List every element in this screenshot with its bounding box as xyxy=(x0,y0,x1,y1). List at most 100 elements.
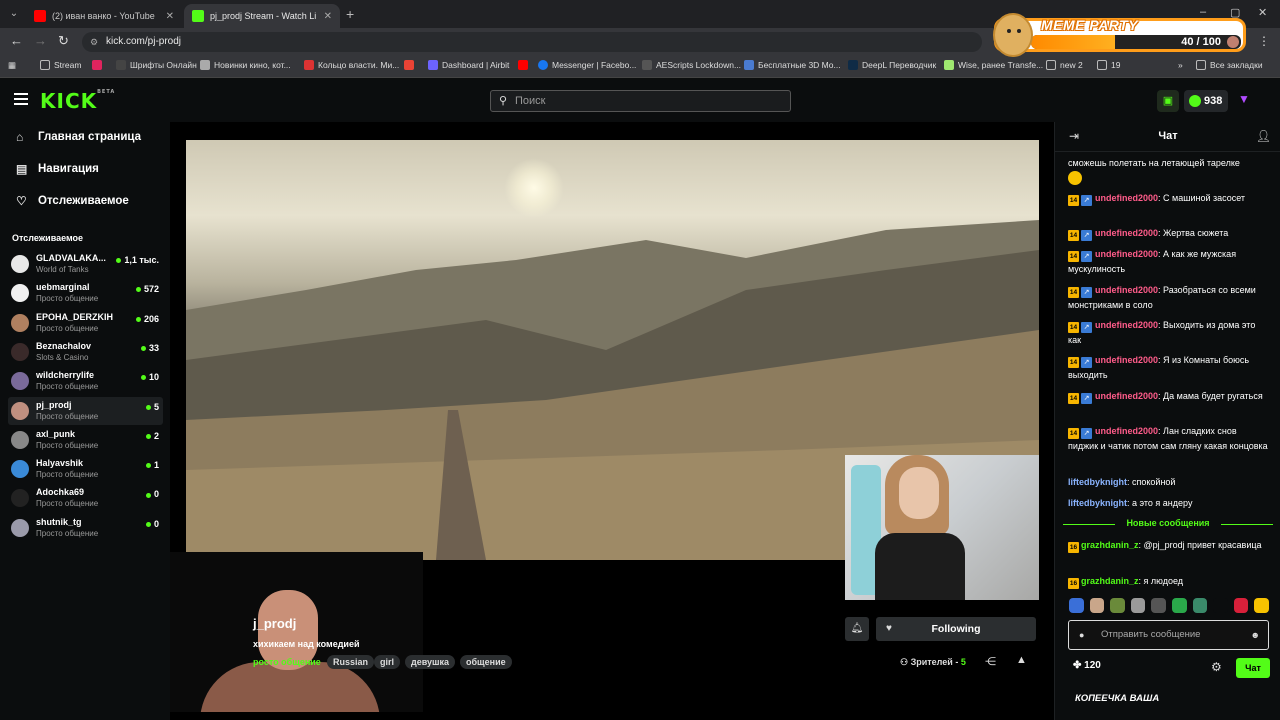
bookmark-messenger[interactable]: Messenger | Facebo... xyxy=(538,60,636,70)
follow-button[interactable]: ♥ Following xyxy=(876,617,1036,641)
bookmark-deepl[interactable]: DeepL Переводчик xyxy=(848,60,936,70)
back-icon[interactable]: ← xyxy=(10,33,23,48)
tag-girl[interactable]: girl xyxy=(374,655,401,669)
emote-icon[interactable] xyxy=(1192,598,1208,613)
bookmark-gmail[interactable] xyxy=(404,60,418,70)
emote-icon[interactable] xyxy=(1233,598,1249,613)
more-bookmarks-icon[interactable]: » xyxy=(1178,60,1183,70)
followed-channel-item[interactable]: GLADVALAKA... World of Tanks 1,1 тыс. xyxy=(8,250,163,278)
chat-message: liftedbyknight: спокойной xyxy=(1068,475,1268,490)
chat-username[interactable]: grazhdanin_z xyxy=(1081,576,1139,586)
chat-username[interactable]: undefined2000 xyxy=(1095,193,1158,203)
browser-menu-icon[interactable]: ⋮ xyxy=(1258,34,1270,48)
user-avatar-icon[interactable]: ▼ xyxy=(1236,92,1252,108)
stream-category[interactable]: росто общение xyxy=(253,657,321,667)
stream-channel-name[interactable]: j_prodj xyxy=(253,616,296,631)
search-input[interactable]: ⚲ Поиск xyxy=(490,90,791,112)
bookmark-aescripts[interactable]: AEScripts Lockdown... xyxy=(642,60,741,70)
emote-icon[interactable] xyxy=(1213,598,1228,613)
share-icon[interactable]: ⋲ xyxy=(985,655,996,668)
bookmark-new2[interactable]: new 2 xyxy=(1046,60,1083,70)
tag-obshenie[interactable]: общение xyxy=(460,655,512,669)
report-icon[interactable]: ▲ xyxy=(1016,654,1027,666)
emoji-icon[interactable]: ☻ xyxy=(1251,621,1260,649)
close-icon[interactable]: ✕ xyxy=(324,11,332,22)
chat-username[interactable]: undefined2000 xyxy=(1095,249,1158,259)
bookmark-fonts[interactable]: Шрифты Онлайн xyxy=(116,60,197,70)
menu-icon[interactable] xyxy=(14,93,28,105)
emote-icon[interactable] xyxy=(1110,598,1125,613)
emote-icon[interactable] xyxy=(1254,598,1269,613)
tab-youtube[interactable]: (2) иван ванко - YouTube ✕ xyxy=(26,4,182,28)
bookmark-19[interactable]: 19 xyxy=(1097,60,1120,70)
bookmark-icon xyxy=(744,60,754,70)
tag-devushka[interactable]: девушка xyxy=(405,655,456,669)
channel-name: Halyavshik xyxy=(36,458,84,469)
avatar xyxy=(11,460,29,479)
forward-icon[interactable]: → xyxy=(34,33,47,48)
channel-points[interactable]: ✤ 120 xyxy=(1073,660,1101,671)
bookmark-3d[interactable]: Бесплатные 3D Mo... xyxy=(744,60,841,70)
followed-channel-item[interactable]: EPOHA_DERZKIH Просто общение 206 xyxy=(8,309,163,337)
tab-kick[interactable]: pj_prodj Stream - Watch Li ✕ xyxy=(184,4,340,28)
chat-message: 14 ↗ undefined2000: Да мама будет ругаться xyxy=(1068,389,1268,404)
followed-channel-item[interactable]: uebmarginal Просто общение 572 xyxy=(8,279,163,307)
sidebar-item-following[interactable]: ♡ Отслеживаемое xyxy=(16,194,129,208)
bookmark-1[interactable] xyxy=(92,60,106,70)
sidebar-item-home[interactable]: ⌂ Главная страница xyxy=(16,130,141,144)
emote-icon[interactable] xyxy=(1171,598,1187,613)
founder-badge-icon: ↗ xyxy=(1081,230,1092,241)
tag-russian[interactable]: Russian xyxy=(327,655,375,669)
chat-text: : я людоед xyxy=(1138,576,1184,586)
bookmark-rings[interactable]: Кольцо власти. Ми... xyxy=(304,60,399,70)
chat-username[interactable]: undefined2000 xyxy=(1095,320,1158,330)
followed-channel-item[interactable]: wildcherrylife Просто общение 10 xyxy=(8,367,163,395)
bookmark-movies[interactable]: Новинки кино, кот... xyxy=(200,60,291,70)
chat-message-input[interactable]: ● Отправить сообщение ☻ xyxy=(1068,620,1269,650)
followed-channel-item[interactable]: Beznachalov Slots & Casino 33 xyxy=(8,338,163,366)
notification-bell-button[interactable]: 🔔︎ xyxy=(845,617,869,641)
chat-username[interactable]: undefined2000 xyxy=(1095,285,1158,295)
emote-icon[interactable] xyxy=(1089,598,1105,613)
followed-channel-item[interactable]: axl_punk Просто общение 2 xyxy=(8,426,163,454)
creator-dashboard-icon[interactable]: ▣ xyxy=(1157,90,1179,112)
new-tab-icon[interactable]: + xyxy=(346,6,354,22)
bookmark-stream[interactable]: Stream xyxy=(40,60,81,70)
followed-channel-item[interactable]: Halyavshik Просто общение 1 xyxy=(8,455,163,483)
minimize-icon[interactable]: – xyxy=(1200,6,1206,18)
chat-username[interactable]: undefined2000 xyxy=(1095,426,1158,436)
chat-users-icon[interactable]: 👤︎ xyxy=(1256,129,1271,143)
chat-username[interactable]: undefined2000 xyxy=(1095,228,1158,238)
site-info-icon[interactable]: ⚙ xyxy=(90,32,98,52)
followed-channel-item[interactable]: shutnik_tg Просто общение 0 xyxy=(8,514,163,542)
chat-username[interactable]: grazhdanin_z xyxy=(1081,540,1139,550)
channel-viewers: 0 xyxy=(146,519,159,529)
followed-channel-item[interactable]: Adochka69 Просто общение 0 xyxy=(8,484,163,512)
channel-category: Просто общение xyxy=(36,294,99,304)
chat-username[interactable]: undefined2000 xyxy=(1095,391,1158,401)
emote-icon[interactable] xyxy=(1151,598,1166,613)
send-chat-button[interactable]: Чат xyxy=(1236,658,1270,678)
sidebar-item-browse[interactable]: ▤ Навигация xyxy=(16,162,99,176)
chat-username[interactable]: liftedbyknight xyxy=(1068,498,1127,508)
bookmark-youtube[interactable] xyxy=(518,60,532,70)
tab-search-icon[interactable]: ⌄ xyxy=(6,6,22,22)
streamer-webcam xyxy=(845,455,1039,600)
kick-logo[interactable]: KICKBETA xyxy=(40,89,115,113)
bookmark-wise[interactable]: Wise, ранее Transfe... xyxy=(944,60,1043,70)
chat-username[interactable]: liftedbyknight xyxy=(1068,477,1127,487)
chat-settings-icon[interactable]: ⚙ xyxy=(1211,660,1222,674)
apps-icon[interactable]: ▦ xyxy=(8,60,16,71)
followed-channel-item[interactable]: pj_prodj Просто общение 5 xyxy=(8,396,163,425)
kick-coins-button[interactable]: 938 xyxy=(1184,90,1228,112)
url-field[interactable]: ⚙ kick.com/pj-prodj xyxy=(82,32,982,52)
close-icon[interactable]: ✕ xyxy=(166,11,174,22)
emote-icon[interactable] xyxy=(1130,598,1146,613)
bookmark-all[interactable]: Все закладки xyxy=(1196,60,1263,70)
window-close-icon[interactable]: ✕ xyxy=(1258,6,1267,19)
chat-username[interactable]: undefined2000 xyxy=(1095,355,1158,365)
subscriber-badge-icon: 14 xyxy=(1068,287,1079,298)
reload-icon[interactable]: ↻ xyxy=(58,33,69,49)
emote-icon[interactable] xyxy=(1069,598,1084,613)
bookmark-airbit[interactable]: Dashboard | Airbit xyxy=(428,60,509,70)
